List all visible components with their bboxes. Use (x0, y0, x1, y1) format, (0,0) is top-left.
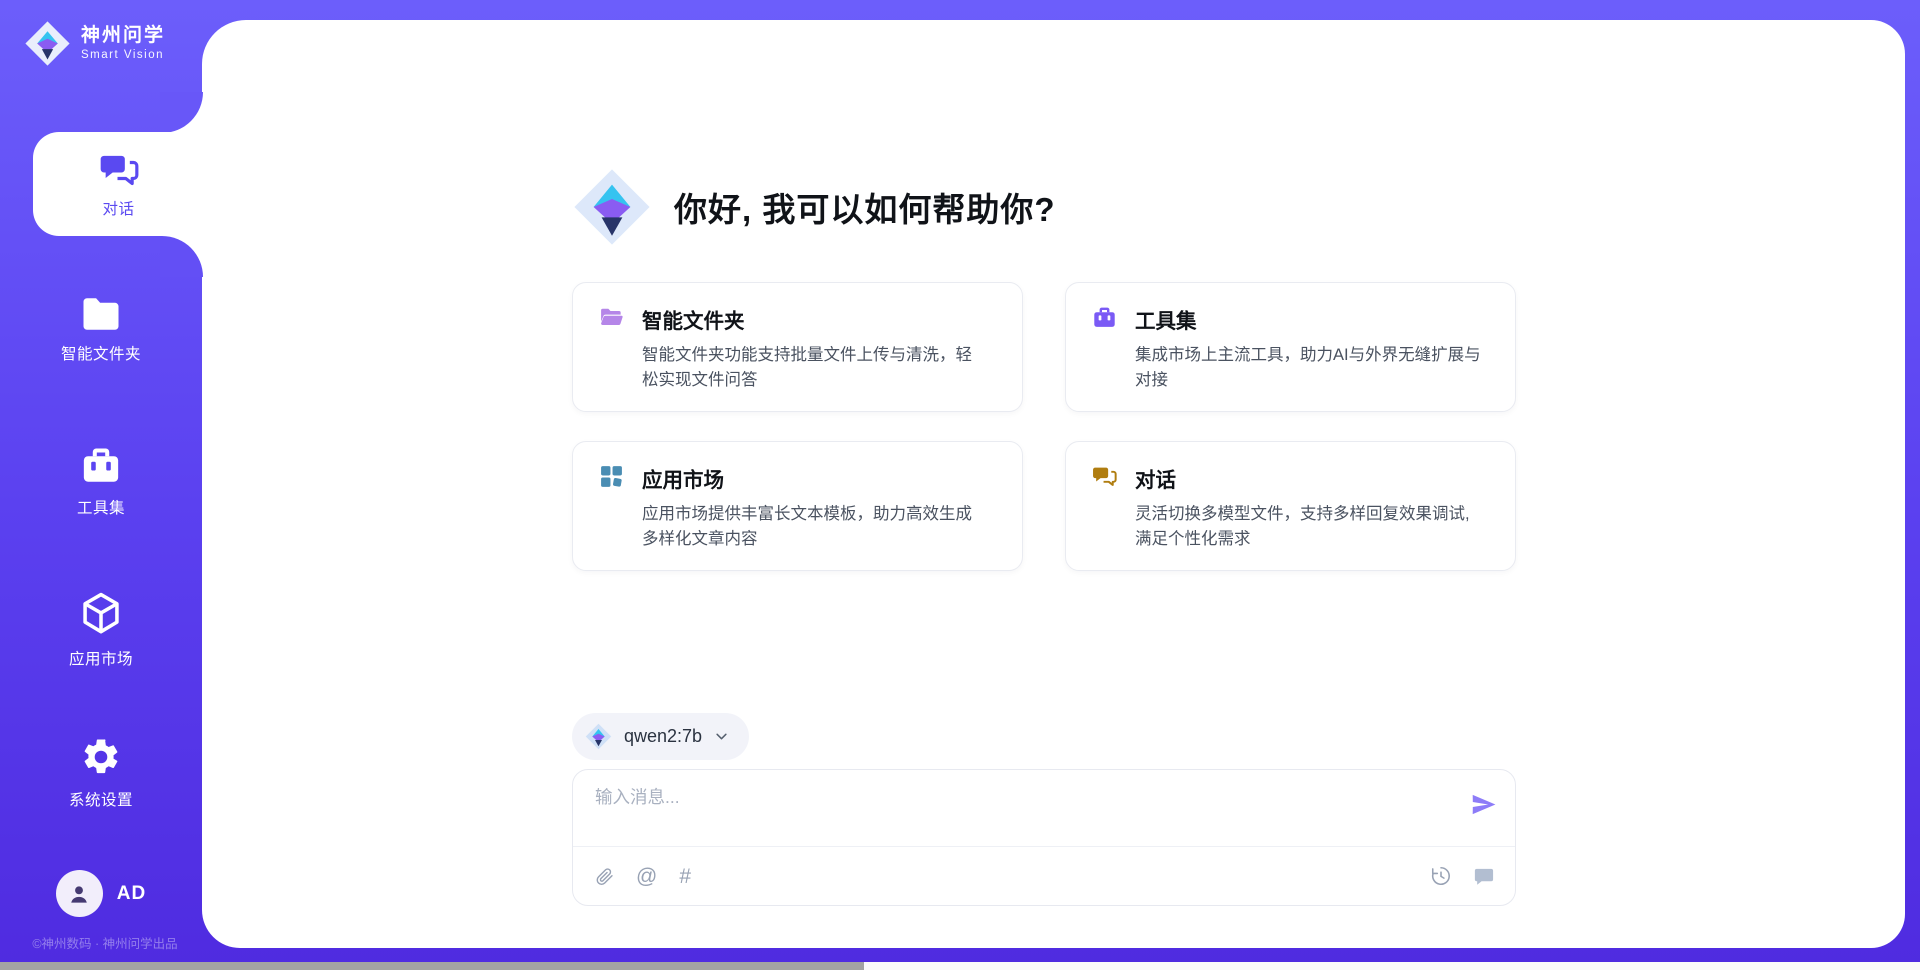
feature-cards: 智能文件夹 智能文件夹功能支持批量文件上传与清洗，轻松实现文件问答 工具集 集成… (572, 282, 1516, 571)
card-description: 灵活切换多模型文件，支持多样回复效果调试,满足个性化需求 (1135, 502, 1489, 552)
sidebar-item-label: 工具集 (77, 496, 125, 518)
folder-icon (80, 296, 122, 332)
attach-file-button[interactable] (595, 866, 614, 887)
at-icon: @ (636, 866, 657, 887)
chat-bubbles-icon (99, 150, 139, 190)
card-title: 应用市场 (642, 463, 996, 493)
card-title: 工具集 (1135, 304, 1489, 334)
gear-icon (80, 736, 122, 778)
card-description: 智能文件夹功能支持批量文件上传与清洗，轻松实现文件问答 (642, 343, 996, 393)
mention-button[interactable]: @ (636, 866, 657, 887)
card-description: 应用市场提供丰富长文本模板，助力高效生成多样化文章内容 (642, 502, 996, 552)
card-chat[interactable]: 对话 灵活切换多模型文件，支持多样回复效果调试,满足个性化需求 (1065, 441, 1516, 571)
hashtag-button[interactable]: # (679, 866, 691, 887)
sidebar-item-chat[interactable]: 对话 (33, 132, 204, 236)
person-icon (66, 881, 92, 907)
diamond-logo-icon (572, 167, 652, 247)
horizontal-scrollbar (0, 962, 1920, 970)
card-title: 智能文件夹 (642, 304, 996, 334)
sidebar-item-label: 对话 (102, 197, 134, 219)
user-initials: AD (117, 883, 146, 905)
card-app-market[interactable]: 应用市场 应用市场提供丰富长文本模板，助力高效生成多样化文章内容 (572, 441, 1023, 571)
greeting-title: 你好, 我可以如何帮助你? (674, 183, 1056, 231)
briefcase-icon (1092, 305, 1117, 330)
copyright-text: ©神州数码 · 神州问学出品 (0, 933, 210, 952)
briefcase-icon (80, 446, 122, 486)
model-selector[interactable]: qwen2:7b (572, 713, 749, 760)
brand-subtitle: Smart Vision (81, 49, 165, 62)
send-button[interactable] (1469, 791, 1497, 819)
folder-open-icon (599, 305, 624, 330)
quick-chat-button[interactable] (1472, 865, 1495, 888)
brand-name: 神州问学 (81, 25, 165, 47)
model-name: qwen2:7b (624, 726, 702, 747)
chat-bubble-icon (1472, 865, 1495, 888)
chat-bubbles-icon (1092, 464, 1117, 489)
sidebar-item-label: 应用市场 (69, 647, 133, 669)
greeting-block: 你好, 我可以如何帮助你? (572, 163, 1056, 251)
history-icon (1430, 865, 1452, 887)
cube-icon (79, 591, 123, 637)
avatar (56, 870, 103, 917)
sidebar-item-label: 智能文件夹 (61, 342, 141, 364)
card-smart-folders[interactable]: 智能文件夹 智能文件夹功能支持批量文件上传与清洗，轻松实现文件问答 (572, 282, 1023, 412)
card-toolset[interactable]: 工具集 集成市场上主流工具，助力AI与外界无缝扩展与对接 (1065, 282, 1516, 412)
user-profile[interactable]: AD (0, 870, 202, 917)
chevron-down-icon (714, 729, 729, 744)
diamond-logo-icon (24, 20, 71, 67)
message-composer: @ # (572, 769, 1516, 906)
sidebar-item-settings[interactable]: 系统设置 (0, 736, 202, 810)
send-icon (1470, 791, 1497, 818)
grid-icon (599, 464, 624, 489)
scrollbar-thumb[interactable] (0, 962, 864, 970)
sidebar-item-label: 系统设置 (69, 788, 133, 810)
hash-icon: # (679, 866, 691, 887)
brand-logo: 神州问学 Smart Vision (24, 20, 165, 67)
sidebar-item-market[interactable]: 应用市场 (0, 591, 202, 669)
card-description: 集成市场上主流工具，助力AI与外界无缝扩展与对接 (1135, 343, 1489, 393)
sidebar-item-tools[interactable]: 工具集 (0, 446, 202, 518)
history-button[interactable] (1430, 865, 1452, 887)
sidebar-item-folders[interactable]: 智能文件夹 (0, 296, 202, 364)
diamond-logo-icon (585, 723, 612, 750)
message-input[interactable] (595, 785, 1445, 837)
composer-toolbar: @ # (595, 847, 1495, 905)
paperclip-icon (595, 866, 614, 887)
card-title: 对话 (1135, 463, 1489, 493)
